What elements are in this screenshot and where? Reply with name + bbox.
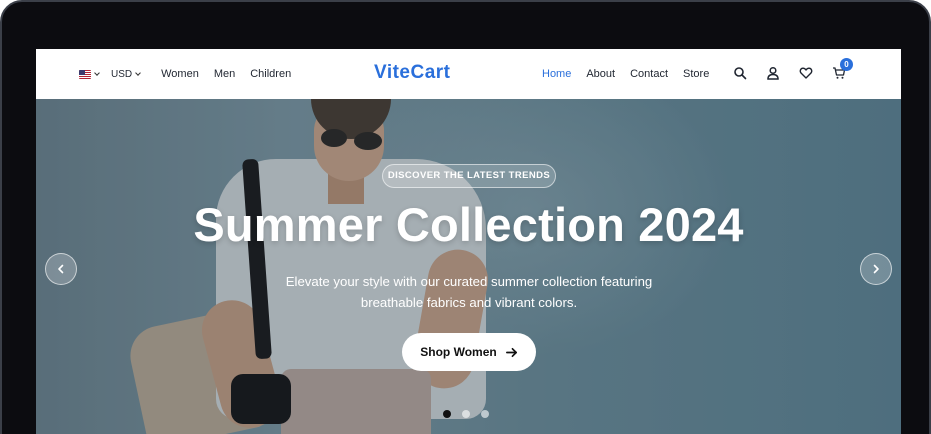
nav-link-about[interactable]: About <box>586 68 615 80</box>
slider-dot[interactable] <box>443 410 451 418</box>
brand-logo[interactable]: ViteCart <box>374 62 451 84</box>
top-navbar: USD Women Men Children ViteCart Home Abo… <box>36 49 901 99</box>
hero-slider: DISCOVER THE LATEST TRENDS Summer Collec… <box>36 99 901 434</box>
nav-link-women[interactable]: Women <box>161 68 199 80</box>
user-icon[interactable] <box>766 66 780 80</box>
search-icon[interactable] <box>733 66 747 80</box>
cart-count-badge: 0 <box>840 58 853 71</box>
hero-headline: Summer Collection 2024 <box>193 198 744 251</box>
nav-left-group: USD Women Men Children <box>79 49 306 99</box>
nav-icon-group: 0 <box>733 58 865 80</box>
chevron-down-icon <box>94 69 100 76</box>
nav-link-children[interactable]: Children <box>250 68 291 80</box>
hero-overlay <box>36 99 901 434</box>
nav-link-store[interactable]: Store <box>683 68 709 80</box>
slider-pagination <box>443 410 500 418</box>
arrow-right-icon <box>505 347 517 357</box>
shop-women-button-label: Shop Women <box>420 345 497 359</box>
slider-next-button[interactable] <box>860 253 892 285</box>
cart-icon[interactable]: 0 <box>832 58 853 80</box>
chevron-down-icon <box>135 69 141 76</box>
us-flag-icon <box>79 69 91 79</box>
main-nav: Home About Contact Store <box>542 49 724 99</box>
heart-icon[interactable] <box>799 66 813 80</box>
currency-label: USD <box>111 68 133 80</box>
language-selector[interactable] <box>79 69 100 79</box>
chevron-right-icon <box>873 264 879 274</box>
nav-link-men[interactable]: Men <box>214 68 235 80</box>
hero-subtext: Elevate your style with our curated summ… <box>285 274 653 310</box>
laptop-frame: USD Women Men Children ViteCart Home Abo… <box>0 0 931 434</box>
slider-dot[interactable] <box>481 410 489 418</box>
nav-link-contact[interactable]: Contact <box>630 68 668 80</box>
browser-screen: USD Women Men Children ViteCart Home Abo… <box>36 49 901 434</box>
slider-prev-button[interactable] <box>45 253 77 285</box>
slider-dot[interactable] <box>462 410 470 418</box>
shop-women-button[interactable]: Shop Women <box>402 333 536 371</box>
category-nav: Women Men Children <box>161 68 306 80</box>
hero-eyebrow-badge: DISCOVER THE LATEST TRENDS <box>382 164 556 188</box>
nav-link-home[interactable]: Home <box>542 68 571 80</box>
currency-selector[interactable]: USD <box>111 68 141 80</box>
chevron-left-icon <box>58 264 64 274</box>
